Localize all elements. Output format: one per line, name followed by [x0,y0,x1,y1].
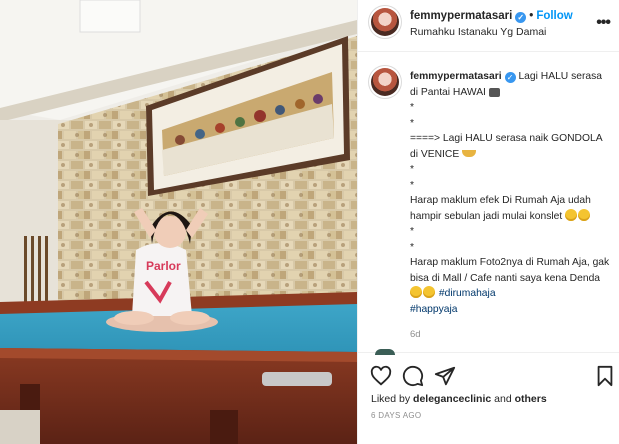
post-header: femmypermatasari ✓ • Follow Rumahku Istanak… [358,0,619,52]
author-avatar[interactable] [371,8,399,36]
beach-emoji-icon [488,87,500,97]
photo-illustration: Parlor [0,0,357,444]
hashtag-link[interactable]: #happyaja [410,304,458,315]
liked-by-suffix: and [491,393,515,405]
grimacing-face-emoji-icon [565,208,578,221]
sweat-smile-emoji-icon [410,286,422,298]
caption-text: Harap maklum Foto2nya di Rumah Aja, gak … [410,257,613,284]
post-side-panel: femmypermatasari ✓ • Follow Rumahku Istanak… [357,0,619,444]
sweat-smile-emoji-icon [423,286,435,298]
caption-author-avatar[interactable] [371,68,399,96]
hashtag-link[interactable]: #dirumahaja [439,288,496,299]
caption-section: femmypermatasari ✓ Lagi HALU serasa di Pa… [358,52,619,352]
caption-line: * [410,117,415,129]
post-actions: Liked by delegance​clinic and others 6 D… [358,349,619,444]
liked-by-prefix: Liked by [371,393,414,405]
liked-by-user[interactable]: delegance​clinic [413,393,491,405]
author-line: femmypermatasari ✓ • Follow [410,10,573,23]
gondola-emoji-icon [462,149,477,157]
caption-line: * [410,241,415,253]
caption-time[interactable]: 6d [410,327,610,343]
verified-badge-icon: ✓ [515,12,527,23]
post-location[interactable]: Rumahku Istanaku Yg Damai [410,26,546,38]
share-icon[interactable] [434,365,456,387]
liked-by-text: Liked by delegance​clinic and others [371,393,547,405]
caption-line: * [410,226,415,237]
caption-line: * [410,102,415,113]
post-timestamp[interactable]: 6 DAYS AGO [371,411,421,420]
grimacing-face-emoji-icon [578,208,591,221]
caption-line: Harap maklum efek Di Rumah Aja udah hamp… [410,193,610,224]
caption-line: * [410,179,415,191]
post-caption: femmypermatasari ✓ Lagi HALU serasa di Pa… [410,69,610,343]
bookmark-icon[interactable] [594,365,616,387]
liked-by-others-link[interactable]: others [515,393,547,405]
caption-username[interactable]: femmypermatasari [410,71,502,82]
svg-text:Parlor: Parlor [146,259,181,273]
post-photo[interactable]: Parlor [0,0,357,444]
caption-line-1: femmypermatasari ✓ Lagi HALU serasa di Pa… [410,69,610,100]
caption-line: Harap maklum Foto2nya di Rumah Aja, gak … [410,255,610,302]
caption-line: #happyaja [410,302,610,318]
follow-button[interactable]: Follow [536,10,572,22]
caption-text: ====> Lagi HALU serasa naik GONDOLA di V… [410,133,605,160]
heart-icon[interactable] [370,365,392,387]
caption-line: * [410,164,415,175]
more-horizontal-icon[interactable]: ••• [596,14,611,32]
comment-icon[interactable] [402,365,424,387]
author-username[interactable]: femmypermatasari [410,10,512,22]
verified-badge-icon: ✓ [504,72,516,83]
caption-line: ====> Lagi HALU serasa naik GONDOLA di V… [410,131,610,162]
separator-dot: • [529,10,534,22]
comment-avatar [375,349,395,355]
